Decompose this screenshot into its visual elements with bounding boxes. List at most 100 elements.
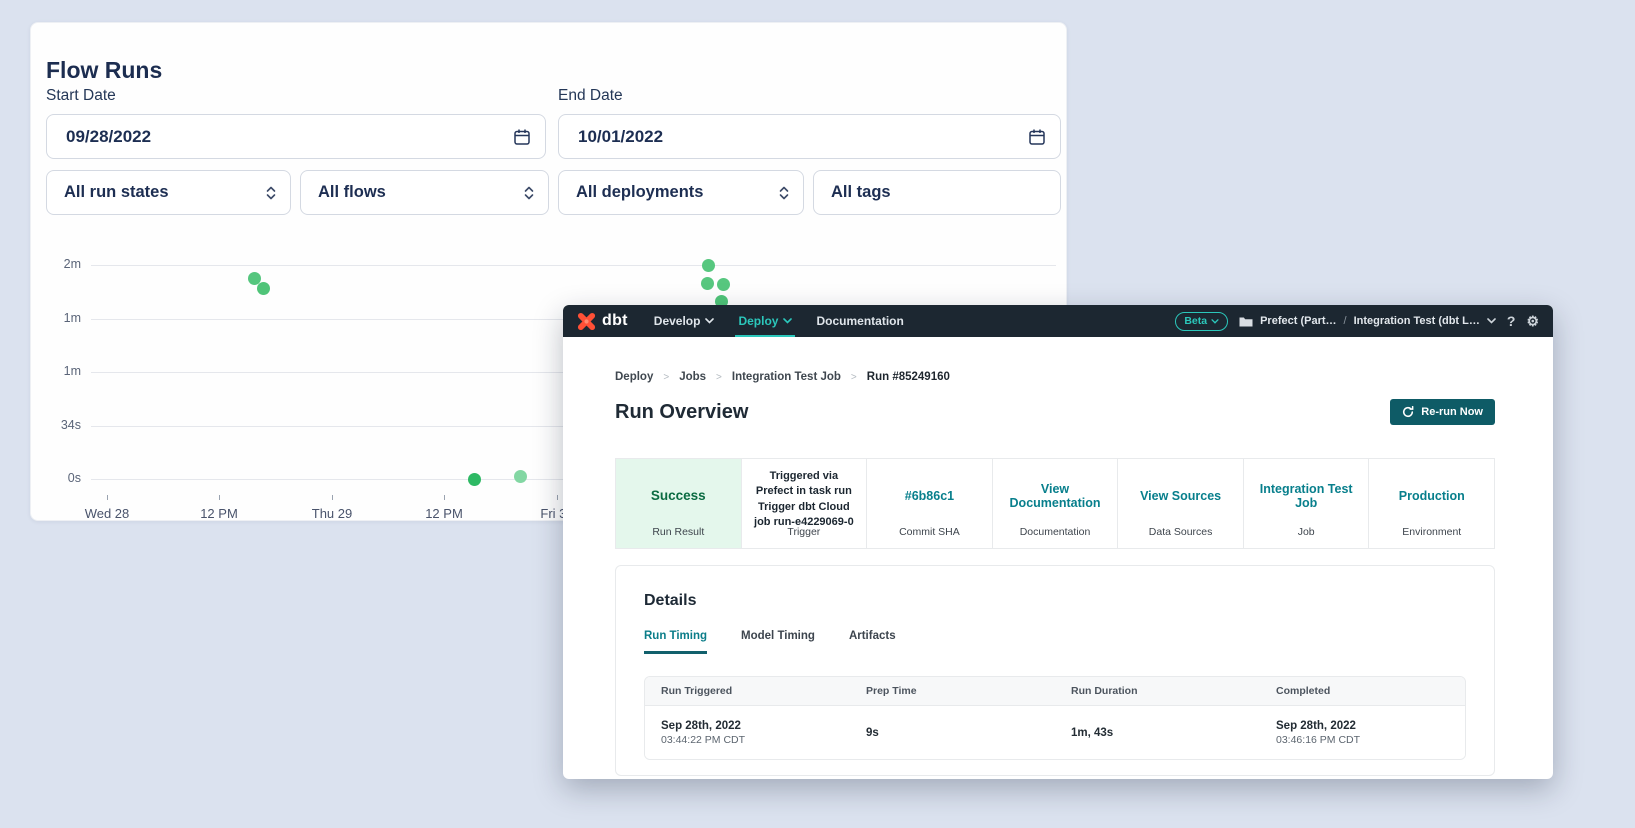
breadcrumb-deploy[interactable]: Deploy (615, 371, 653, 383)
prep-time-value: 9s (866, 727, 1055, 739)
x-axis-tick-label: Wed 28 (72, 506, 142, 521)
y-axis-tick-label: 2m (39, 257, 81, 271)
chevron-down-icon (705, 318, 714, 324)
flow-run-point[interactable] (702, 259, 715, 272)
x-axis-tick-mark (107, 495, 108, 500)
x-axis-tick-label: 12 PM (409, 506, 479, 521)
cell-run-duration: 1m, 43s (1055, 727, 1260, 739)
dbt-navbar: dbt Develop Deploy Documentation Beta (563, 305, 1553, 337)
run-triggered-time: 03:44:22 PM CDT (661, 734, 850, 746)
x-axis-tick-mark (557, 495, 558, 500)
card-label: Job (1244, 526, 1369, 538)
flow-run-point[interactable] (468, 473, 481, 486)
card-commit-sha: #6b86c1 Commit SHA (867, 459, 993, 548)
project-separator: / (1344, 315, 1347, 327)
nav-item-develop[interactable]: Develop (654, 305, 715, 337)
tab-run-timing[interactable]: Run Timing (644, 630, 707, 654)
x-axis-tick-mark (219, 495, 220, 500)
cell-completed: Sep 28th, 2022 03:46:16 PM CDT (1260, 720, 1465, 746)
card-label: Commit SHA (867, 526, 992, 538)
nav-item-deploy[interactable]: Deploy (738, 305, 792, 337)
rerun-now-label: Re-run Now (1421, 406, 1483, 418)
breadcrumb-run-id: Run #85249160 (867, 371, 950, 383)
x-axis-tick-label: Thu 29 (297, 506, 367, 521)
breadcrumb-job-name[interactable]: Integration Test Job (732, 371, 841, 383)
details-tabs: Run Timing Model Timing Artifacts (644, 630, 1466, 654)
details-card: Details Run Timing Model Timing Artifact… (615, 565, 1495, 776)
x-axis-tick-mark (332, 495, 333, 500)
flow-run-point[interactable] (701, 277, 714, 290)
y-axis-tick-label: 34s (39, 418, 81, 432)
nav-deploy-label: Deploy (738, 314, 778, 328)
beta-dropdown[interactable]: Beta (1175, 312, 1228, 331)
cell-prep-time: 9s (850, 727, 1055, 739)
run-triggered-date: Sep 28th, 2022 (661, 720, 850, 732)
table-header-row: Run Triggered Prep Time Run Duration Com… (645, 677, 1465, 706)
gear-icon[interactable]: ⚙ (1526, 314, 1539, 328)
card-label: Environment (1369, 526, 1494, 538)
card-label: Data Sources (1118, 526, 1243, 538)
dbt-logo-icon (577, 312, 596, 331)
completed-date: Sep 28th, 2022 (1276, 720, 1465, 732)
tab-model-timing[interactable]: Model Timing (741, 630, 815, 654)
card-trigger: Triggered via Prefect in task run Trigge… (742, 459, 868, 548)
project-switcher[interactable]: Prefect (Part… / Integration Test (dbt L… (1239, 315, 1496, 327)
nav-develop-label: Develop (654, 314, 701, 328)
environment-name: Integration Test (dbt L… (1354, 315, 1480, 327)
y-axis-tick-label: 1m (39, 311, 81, 325)
nav-documentation-label: Documentation (816, 314, 903, 328)
breadcrumb-separator: > (851, 372, 857, 383)
view-sources-link[interactable]: View Sources (1140, 489, 1221, 503)
cell-run-triggered: Sep 28th, 2022 03:44:22 PM CDT (645, 720, 850, 746)
rerun-now-button[interactable]: Re-run Now (1390, 399, 1495, 425)
col-run-duration: Run Duration (1055, 685, 1260, 697)
col-completed: Completed (1260, 685, 1465, 697)
dbt-cloud-window: dbt Develop Deploy Documentation Beta (563, 305, 1553, 779)
dbt-logo[interactable]: dbt (577, 312, 628, 331)
beta-label: Beta (1184, 315, 1207, 327)
chevron-down-icon (783, 318, 792, 324)
details-title: Details (644, 592, 1466, 610)
nav-item-documentation[interactable]: Documentation (816, 305, 903, 337)
environment-link[interactable]: Production (1399, 489, 1465, 503)
heading-row: Run Overview Re-run Now (615, 399, 1495, 425)
y-axis-tick-label: 0s (39, 471, 81, 485)
x-axis-tick-label: 12 PM (184, 506, 254, 521)
chart-gridline (91, 265, 1056, 266)
chevron-down-icon (1487, 318, 1496, 324)
run-duration-value: 1m, 43s (1071, 727, 1260, 739)
dbt-logo-text: dbt (602, 312, 628, 330)
card-label: Trigger (742, 526, 867, 538)
breadcrumb-separator: > (663, 372, 669, 383)
breadcrumb-jobs[interactable]: Jobs (679, 371, 706, 383)
card-environment: Production Environment (1369, 459, 1494, 548)
breadcrumb: Deploy > Jobs > Integration Test Job > R… (615, 371, 950, 383)
breadcrumb-separator: > (716, 372, 722, 383)
col-prep-time: Prep Time (850, 685, 1055, 697)
status-badge: Success (624, 469, 733, 522)
view-documentation-link[interactable]: View Documentation (1001, 482, 1110, 510)
tab-artifacts[interactable]: Artifacts (849, 630, 896, 654)
flow-run-point[interactable] (257, 282, 270, 295)
project-name: Prefect (Part… (1260, 315, 1336, 327)
trigger-text: Triggered via Prefect in task run Trigge… (750, 469, 859, 531)
page-title: Run Overview (615, 401, 748, 424)
help-icon[interactable]: ? (1507, 314, 1516, 328)
job-link[interactable]: Integration Test Job (1252, 482, 1361, 510)
flow-run-point[interactable] (717, 278, 730, 291)
desktop: Flow Runs Start Date End Date 09/28/2022… (0, 0, 1635, 828)
col-run-triggered: Run Triggered (645, 685, 850, 697)
card-job: Integration Test Job Job (1244, 459, 1370, 548)
card-label: Documentation (993, 526, 1118, 538)
x-axis-tick-mark (444, 495, 445, 500)
refresh-icon (1402, 406, 1414, 418)
folder-icon (1239, 316, 1253, 327)
flow-run-point[interactable] (514, 470, 527, 483)
card-documentation: View Documentation Documentation (993, 459, 1119, 548)
completed-time: 03:46:16 PM CDT (1276, 734, 1465, 746)
commit-sha-link[interactable]: #6b86c1 (905, 489, 954, 503)
card-data-sources: View Sources Data Sources (1118, 459, 1244, 548)
card-run-result: Success Run Result (616, 459, 742, 548)
table-row: Sep 28th, 2022 03:44:22 PM CDT 9s 1m, 43… (645, 706, 1465, 759)
run-summary-cards: Success Run Result Triggered via Prefect… (615, 458, 1495, 549)
